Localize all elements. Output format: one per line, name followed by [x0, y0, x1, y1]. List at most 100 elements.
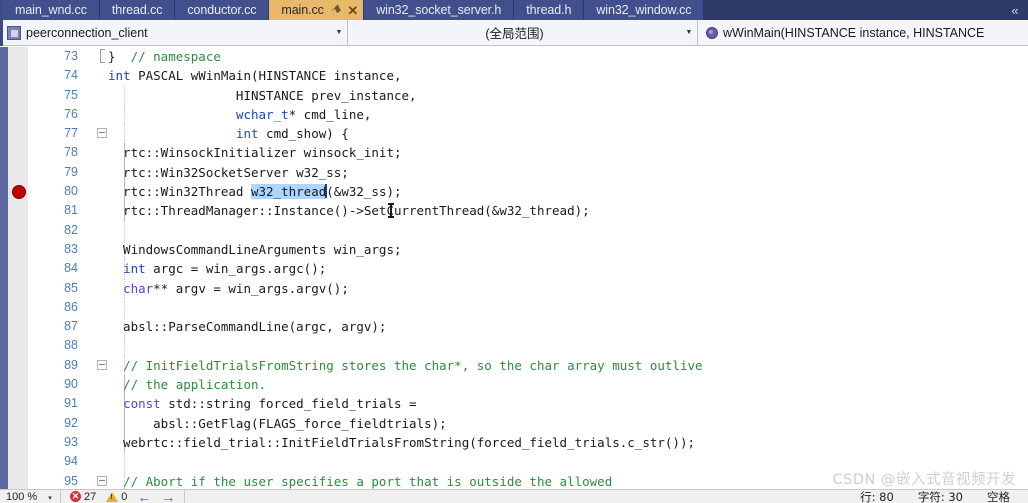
code-line[interactable]: 85 char** argv = win_args.argv();	[28, 278, 1028, 298]
line-number: 82	[64, 222, 78, 237]
code-line[interactable]: 87 absl::ParseCommandLine(argc, argv);	[28, 317, 1028, 337]
block-bracket	[100, 49, 105, 63]
indent-guide	[124, 336, 125, 356]
code-editor[interactable]: 73} // namespace 74 int PASCAL wWinMain(HI…	[0, 47, 1028, 489]
editor-tab-conductor-cc[interactable]: conductor.cc	[175, 0, 269, 20]
close-icon[interactable]: ✕	[347, 4, 358, 17]
pin-tab-icon[interactable]: ⚑	[327, 1, 344, 18]
line-number: 78	[64, 145, 78, 160]
caret-row-label: 行: 80	[860, 489, 894, 503]
code-line[interactable]: 93 webrtc::field_trial::InitFieldTrialsF…	[28, 432, 1028, 453]
editor-tab-thread-h[interactable]: thread.h	[514, 0, 584, 20]
editor-tab-main-cc[interactable]: main.cc ⚑ ✕	[269, 0, 364, 20]
code-line[interactable]: 80 rtc::Win32Thread w32_thread(&w32_ss);	[12, 182, 1028, 202]
warning-count-label: 0	[121, 490, 128, 503]
warning-count-item[interactable]: 0	[101, 491, 132, 503]
code-text: rtc::ThreadManager::Instance()->SetCurre…	[108, 203, 590, 219]
line-number: 77	[64, 126, 78, 141]
editor-tab-label: main.cc	[281, 3, 324, 17]
symbol-combo[interactable]: wWinMain(HINSTANCE instance, HINSTANCE	[698, 20, 1028, 45]
line-number: 90	[64, 377, 78, 392]
collapse-region-icon[interactable]	[97, 128, 107, 139]
project-combo-label: peerconnection_client	[26, 25, 148, 40]
code-line[interactable]: 84 int argc = win_args.argc();	[28, 259, 1028, 279]
code-line[interactable]: 78 rtc::WinsockInitializer winsock_init;	[28, 143, 1028, 163]
code-text: int cmd_show) {	[235, 126, 349, 142]
code-line[interactable]: 91 const std::string forced_field_trials…	[28, 394, 1028, 414]
line-number: 76	[64, 106, 78, 121]
tab-overflow-icon[interactable]: «	[1002, 0, 1028, 20]
code-text: int PASCAL wWinMain(HINSTANCE instance,	[108, 68, 402, 84]
line-number: 91	[64, 396, 78, 411]
editor-tab-label: main_wnd.cc	[15, 3, 87, 17]
editor-tab-win32-socket-server-h[interactable]: win32_socket_server.h	[364, 0, 514, 20]
editor-tab-label: win32_socket_server.h	[376, 3, 502, 17]
code-text: rtc::Win32SocketServer w32_ss;	[108, 164, 349, 180]
code-line[interactable]: 76 wchar_t* cmd_line,	[28, 104, 1028, 125]
code-text: } // namespace	[108, 49, 221, 64]
code-line[interactable]: 75 HINSTANCE prev_instance,	[28, 85, 1028, 105]
indent-mode-label[interactable]: 空格	[975, 490, 1022, 503]
editor-tab-win32-window-cc[interactable]: win32_window.cc	[584, 0, 704, 20]
code-line[interactable]: 77 int cmd_show) {	[28, 124, 1028, 144]
editor-tab-label: thread.cc	[111, 3, 163, 17]
scope-combo[interactable]: (全局范围) ▼	[348, 20, 698, 45]
editor-tab-main-wnd-cc[interactable]: main_wnd.cc	[3, 0, 99, 20]
code-line[interactable]: 86	[28, 297, 1028, 318]
line-number: 93	[64, 434, 78, 449]
code-line[interactable]: 92 absl::GetFlag(FLAGS_force_fieldtrials…	[28, 413, 1028, 433]
code-text: webrtc::field_trial::InitFieldTrialsFrom…	[108, 434, 695, 450]
navigate-forward-icon[interactable]: →	[156, 490, 180, 503]
line-number: 75	[64, 87, 78, 102]
mouse-ibeam-cursor	[388, 203, 394, 219]
error-count-label: 27	[84, 490, 97, 503]
project-combo[interactable]: peerconnection_client ▼	[3, 20, 348, 45]
code-text: rtc::WinsockInitializer winsock_init;	[108, 145, 402, 161]
code-lines[interactable]: 73} // namespace 74 int PASCAL wWinMain(HI…	[12, 47, 1028, 489]
error-count-item[interactable]: ✕ 27	[65, 491, 101, 503]
chevron-down-icon[interactable]: ▼	[331, 29, 347, 36]
editor-tab-thread-cc[interactable]: thread.cc	[99, 0, 175, 20]
code-text: absl::GetFlag(FLAGS_force_fieldtrials);	[108, 415, 447, 431]
indent-guide	[124, 220, 125, 240]
code-line[interactable]: 88	[28, 336, 1028, 356]
line-number: 83	[64, 241, 78, 256]
zoom-level-control[interactable]: 100 % ▾	[0, 491, 56, 503]
breakpoint-icon[interactable]	[12, 185, 26, 200]
caret-char-label: 字符: 30	[917, 489, 963, 503]
line-number: 80	[64, 184, 78, 199]
line-number: 84	[64, 261, 78, 276]
symbol-combo-label: wWinMain(HINSTANCE instance, HINSTANCE	[723, 25, 985, 40]
line-number: 74	[64, 68, 78, 83]
code-line[interactable]: 79 rtc::Win32SocketServer w32_ss;	[28, 162, 1028, 183]
line-number: 85	[64, 280, 78, 295]
indent-guide	[124, 297, 125, 318]
code-line[interactable]: 89 // InitFieldTrialsFromString stores t…	[28, 355, 1028, 376]
collapse-region-icon[interactable]	[97, 359, 107, 370]
chevron-down-icon[interactable]: ▾	[48, 495, 52, 502]
code-line[interactable]: 82	[28, 220, 1028, 240]
line-number: 89	[64, 357, 78, 372]
caret-position-group: 行: 80 字符: 30 空格	[848, 489, 1028, 503]
code-text: WindowsCommandLineArguments win_args;	[108, 241, 402, 257]
editor-tab-label: conductor.cc	[187, 3, 257, 17]
line-number: 92	[64, 415, 78, 430]
line-number: 81	[64, 203, 78, 218]
code-line[interactable]: 81 rtc::ThreadManager::Instance()->SetCu…	[28, 201, 1028, 221]
divider	[184, 490, 186, 503]
project-icon	[7, 25, 21, 40]
navigate-backward-icon[interactable]: ←	[132, 490, 156, 503]
code-line[interactable]: 74 int PASCAL wWinMain(HINSTANCE instance…	[28, 66, 1028, 85]
code-line[interactable]: 83 WindowsCommandLineArguments win_args;	[28, 239, 1028, 260]
code-line[interactable]: 90 // the application.	[28, 375, 1028, 395]
divider	[60, 490, 61, 503]
watermark: CSDN @嵌入式音视频开发	[832, 472, 1016, 488]
chevron-down-icon[interactable]: ▼	[681, 29, 697, 36]
code-line[interactable]: 73} // namespace	[28, 47, 1028, 66]
line-number: 79	[64, 164, 78, 179]
breakpoint-gutter[interactable]	[8, 47, 28, 489]
editor-tab-label: win32_window.cc	[596, 3, 692, 17]
collapse-region-icon[interactable]	[97, 475, 107, 486]
method-icon	[706, 26, 718, 39]
code-text: wchar_t* cmd_line,	[235, 106, 372, 122]
